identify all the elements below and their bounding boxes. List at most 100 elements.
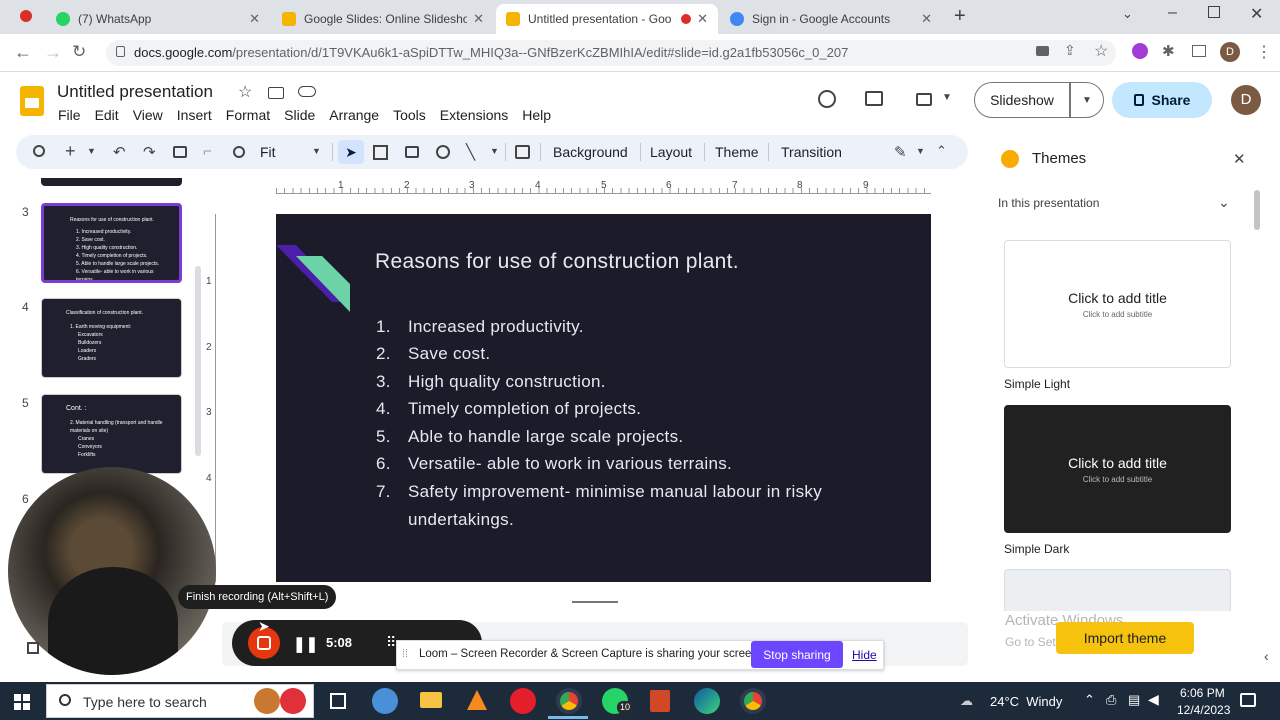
- meet-dropdown-icon[interactable]: ▼: [942, 92, 952, 103]
- close-themes-icon[interactable]: ✕: [1233, 150, 1246, 168]
- menu-file[interactable]: File: [58, 107, 81, 123]
- edge-icon[interactable]: [694, 688, 720, 714]
- hide-link[interactable]: Hide: [852, 648, 877, 662]
- slide-list-item[interactable]: 2. Save cost.: [376, 344, 490, 364]
- theme-button[interactable]: Theme: [715, 144, 759, 160]
- search-menus-icon[interactable]: [33, 145, 45, 157]
- print-icon[interactable]: [173, 146, 187, 158]
- clock-date[interactable]: 12/4/2023: [1177, 703, 1230, 717]
- side-panel-icon[interactable]: [1192, 45, 1206, 57]
- tab-whatsapp[interactable]: (7) WhatsApp ✕: [46, 4, 270, 34]
- filmstrip-prev-thumb[interactable]: [41, 178, 182, 186]
- line-icon[interactable]: ╲: [466, 143, 475, 161]
- star-icon[interactable]: ☆: [238, 82, 252, 102]
- vlc-icon[interactable]: [467, 690, 487, 710]
- transition-button[interactable]: Transition: [781, 144, 842, 160]
- close-icon[interactable]: ✕: [473, 11, 484, 27]
- share-button[interactable]: Share: [1112, 82, 1212, 118]
- tab-untitled-presentation[interactable]: Untitled presentation - Goo ✕: [496, 4, 718, 34]
- minimize-icon[interactable]: –: [1168, 4, 1177, 22]
- paint-format-icon[interactable]: ⌐: [203, 143, 212, 160]
- back-icon[interactable]: ←: [14, 42, 32, 63]
- menu-help[interactable]: Help: [522, 107, 551, 123]
- close-icon[interactable]: ✕: [249, 11, 260, 27]
- tab-search-dot[interactable]: [20, 10, 32, 22]
- slide-thumbnail-3[interactable]: Reasons for use of construction plant. 1…: [41, 203, 182, 283]
- windows-start-icon[interactable]: [14, 694, 30, 710]
- webcam-bubble[interactable]: [8, 467, 216, 675]
- new-slide-dropdown-icon[interactable]: ▼: [87, 146, 96, 156]
- tray-icon[interactable]: ⎙: [1106, 692, 1116, 708]
- import-theme-button[interactable]: Import theme: [1056, 622, 1194, 654]
- reload-icon[interactable]: ↻: [72, 42, 86, 62]
- line-dropdown-icon[interactable]: ▼: [490, 146, 499, 156]
- watermelon-icon[interactable]: [280, 688, 306, 714]
- menu-slide[interactable]: Slide: [284, 107, 315, 123]
- theme-card-simple-light[interactable]: Click to add title Click to add subtitle: [1004, 240, 1231, 368]
- camera-icon[interactable]: [1036, 46, 1049, 56]
- filmstrip-scrollbar[interactable]: [195, 266, 201, 456]
- slide-thumbnail-5[interactable]: Cont. : 2. Material handling (transport …: [41, 394, 182, 474]
- redo-icon[interactable]: ↷: [143, 143, 156, 161]
- menu-format[interactable]: Format: [226, 107, 270, 123]
- layout-button[interactable]: Layout: [650, 144, 692, 160]
- extensions-puzzle-icon[interactable]: ✱: [1162, 42, 1175, 60]
- themes-scrollbar[interactable]: [1254, 190, 1260, 230]
- zoom-dropdown-icon[interactable]: ▼: [312, 146, 321, 156]
- browser-profile-avatar[interactable]: D: [1220, 42, 1240, 62]
- network-icon[interactable]: ▤: [1128, 692, 1140, 708]
- clock-time[interactable]: 6:06 PM: [1180, 686, 1225, 700]
- collapse-toolbar-icon[interactable]: ⌃: [936, 143, 947, 159]
- new-tab-icon[interactable]: +: [954, 5, 966, 28]
- slide-list-item[interactable]: undertakings.: [376, 510, 514, 530]
- menu-insert[interactable]: Insert: [177, 107, 212, 123]
- comments-icon[interactable]: [865, 91, 883, 106]
- file-explorer-icon[interactable]: [420, 692, 442, 708]
- chevron-down-icon[interactable]: ⌄: [1218, 194, 1230, 211]
- background-button[interactable]: Background: [553, 144, 628, 160]
- speaker-notes-handle[interactable]: [572, 601, 618, 603]
- window-close-icon[interactable]: ✕: [1250, 4, 1263, 24]
- slideshow-dropdown[interactable]: ▼: [1070, 82, 1104, 118]
- share-page-icon[interactable]: ⇪: [1064, 42, 1076, 59]
- weather-text[interactable]: 24°C Windy: [990, 694, 1062, 709]
- tab-search-icon[interactable]: ⌄: [1122, 6, 1133, 22]
- lock-icon[interactable]: [116, 46, 125, 57]
- slide-thumbnail-4[interactable]: Classification of construction plant. 1.…: [41, 298, 182, 378]
- pause-icon[interactable]: ❚❚: [293, 635, 318, 653]
- new-slide-icon[interactable]: +: [65, 141, 76, 162]
- menu-extensions[interactable]: Extensions: [440, 107, 508, 123]
- cloud-status-icon[interactable]: [298, 86, 316, 97]
- zoom-select[interactable]: Fit: [260, 144, 276, 160]
- chrome-icon[interactable]: [556, 688, 582, 714]
- pen-dropdown-icon[interactable]: ▼: [916, 146, 925, 156]
- app-icon-blue[interactable]: [372, 688, 398, 714]
- stop-sharing-button[interactable]: Stop sharing: [751, 641, 843, 668]
- version-history-icon[interactable]: [818, 90, 836, 108]
- tab-sign-in[interactable]: Sign in - Google Accounts ✕: [720, 4, 942, 34]
- slide-title[interactable]: Reasons for use of construction plant.: [375, 250, 739, 274]
- zoom-icon[interactable]: [233, 146, 245, 158]
- menu-edit[interactable]: Edit: [95, 107, 119, 123]
- maximize-icon[interactable]: [1208, 6, 1220, 18]
- grid-icon[interactable]: [27, 642, 39, 654]
- forward-icon[interactable]: →: [44, 42, 62, 63]
- opera-icon[interactable]: [510, 688, 536, 714]
- frame-select-icon[interactable]: [373, 145, 388, 160]
- select-tool-button[interactable]: ➤: [338, 140, 364, 164]
- close-icon[interactable]: ✕: [921, 11, 932, 27]
- pen-icon[interactable]: ✎: [894, 143, 907, 161]
- extension-loom-icon[interactable]: [1132, 43, 1148, 59]
- bookmark-star-icon[interactable]: ☆: [1094, 41, 1108, 61]
- side-panel-collapse-icon[interactable]: ‹: [1264, 648, 1269, 664]
- slideshow-button[interactable]: Slideshow: [974, 82, 1070, 118]
- themes-section-select[interactable]: In this presentation: [998, 196, 1236, 212]
- move-folder-icon[interactable]: [268, 87, 284, 99]
- undo-icon[interactable]: ↶: [113, 143, 126, 161]
- slide-list-item[interactable]: 7. Safety improvement- minimise manual la…: [376, 482, 822, 502]
- menu-tools[interactable]: Tools: [393, 107, 426, 123]
- theme-card-simple-dark[interactable]: Click to add title Click to add subtitle: [1004, 405, 1231, 533]
- task-view-icon[interactable]: [330, 693, 346, 709]
- slide-list-item[interactable]: 5. Able to handle large scale projects.: [376, 427, 683, 447]
- document-title[interactable]: Untitled presentation: [57, 82, 213, 102]
